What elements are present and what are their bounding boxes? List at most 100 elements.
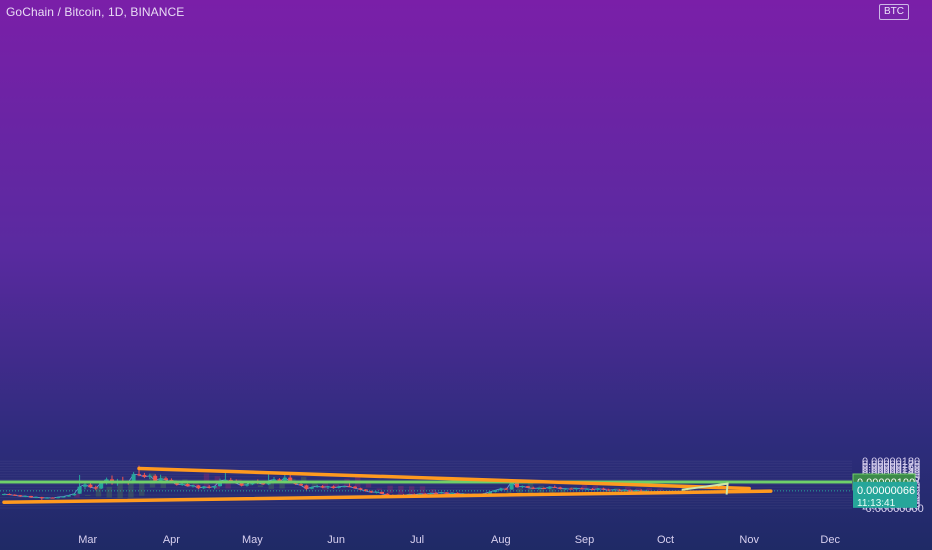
cloud-segment (203, 473, 210, 488)
candle-body (320, 486, 325, 488)
candle-body (558, 487, 563, 489)
candle-body (569, 488, 573, 490)
x-tick-label: May (242, 534, 263, 546)
candle-body (380, 491, 384, 494)
candle-body (56, 497, 60, 499)
candle-body (185, 484, 190, 487)
cloud-segment (106, 486, 112, 498)
candle-body (531, 487, 536, 489)
cloud-segment (398, 485, 404, 495)
candle-body (385, 493, 390, 495)
candle-body (315, 486, 320, 488)
x-tick-label: Sep (575, 534, 595, 546)
candle-body (83, 484, 87, 487)
candle-body (50, 497, 55, 499)
x-tick-label: Aug (491, 534, 511, 546)
candlestick-chart[interactable]: 0.000001800.000001700.000001600.00000150… (0, 0, 932, 550)
candle-body (72, 493, 77, 496)
candle-body (164, 478, 168, 480)
candle-body (158, 478, 163, 481)
chart-title: GoChain / Bitcoin, 1D, BINANCE (6, 5, 185, 19)
bar-countdown-label: 11:13:41 (857, 498, 896, 509)
cloud-segment (85, 495, 91, 497)
x-tick-label: Jun (327, 534, 345, 546)
candle-body (552, 486, 557, 488)
unit-badge[interactable]: BTC (879, 4, 909, 20)
candle-body (347, 486, 352, 488)
cloud-segment (279, 483, 285, 489)
cloud-segment (365, 483, 372, 488)
candle-body (358, 488, 363, 490)
candle-body (12, 494, 17, 496)
candle-body (39, 497, 44, 499)
cloud-segment (117, 482, 123, 499)
candle-body (590, 488, 595, 490)
candle-body (450, 492, 455, 494)
cloud-segment (257, 485, 264, 488)
candle-body (585, 488, 590, 490)
x-tick-label: Oct (657, 534, 674, 546)
candle-body (137, 474, 141, 476)
candle-body (88, 484, 93, 488)
candle-body (147, 475, 152, 477)
cloud-segment (128, 483, 134, 498)
candle-body (633, 490, 638, 492)
candle-body (520, 486, 525, 488)
x-tick-label: Apr (163, 534, 180, 546)
candle-body (342, 486, 347, 488)
candle-body (574, 488, 579, 490)
cloud-segment (376, 488, 382, 491)
cloud-segment (387, 485, 393, 494)
candle-body (606, 489, 611, 491)
candle-body (547, 486, 552, 489)
candle-body (18, 495, 23, 497)
candle-body (153, 475, 158, 481)
candle-body (439, 492, 444, 494)
x-tick-label: Jul (410, 534, 424, 546)
cloud-segment (139, 481, 145, 496)
candle-body (2, 493, 6, 495)
candle-body (93, 487, 98, 489)
candle-body (196, 485, 201, 489)
candle-body (245, 484, 249, 486)
x-tick-label: Dec (820, 534, 840, 546)
candle-body (525, 486, 530, 488)
x-tick-label: Mar (78, 534, 97, 546)
candle-body (191, 485, 195, 487)
candle-body (498, 488, 503, 491)
candle-body (239, 483, 244, 486)
candle-body (61, 496, 66, 498)
candle-body (374, 491, 379, 493)
candle-body (45, 497, 50, 499)
candle-body (542, 487, 546, 489)
candle-body (326, 486, 330, 488)
candle-body (23, 496, 28, 498)
candle-body (428, 493, 433, 495)
candle-body (536, 487, 541, 489)
candle-body (444, 492, 449, 494)
last-price-label: 0.00000066 (857, 485, 915, 497)
candle-body (434, 493, 438, 495)
candle-body (201, 486, 206, 489)
candle-body (488, 491, 492, 494)
x-tick-label: Nov (739, 534, 759, 546)
candle-body (563, 488, 568, 490)
candle-body (579, 488, 584, 490)
candle-body (207, 486, 212, 488)
candle-body (504, 488, 509, 490)
candle-body (455, 492, 460, 494)
candle-body (353, 486, 357, 489)
candle-body (34, 497, 39, 499)
candle-body (304, 485, 309, 489)
candle-body (66, 495, 71, 497)
candle-body (180, 484, 185, 486)
candle-body (212, 486, 217, 488)
candle-body (331, 486, 336, 488)
candle-body (596, 488, 600, 490)
candle-body (29, 496, 33, 498)
candle-body (299, 484, 303, 486)
candle-body (77, 486, 82, 494)
candle-body (7, 493, 12, 495)
candle-body (601, 488, 606, 490)
candle-body (309, 487, 314, 489)
